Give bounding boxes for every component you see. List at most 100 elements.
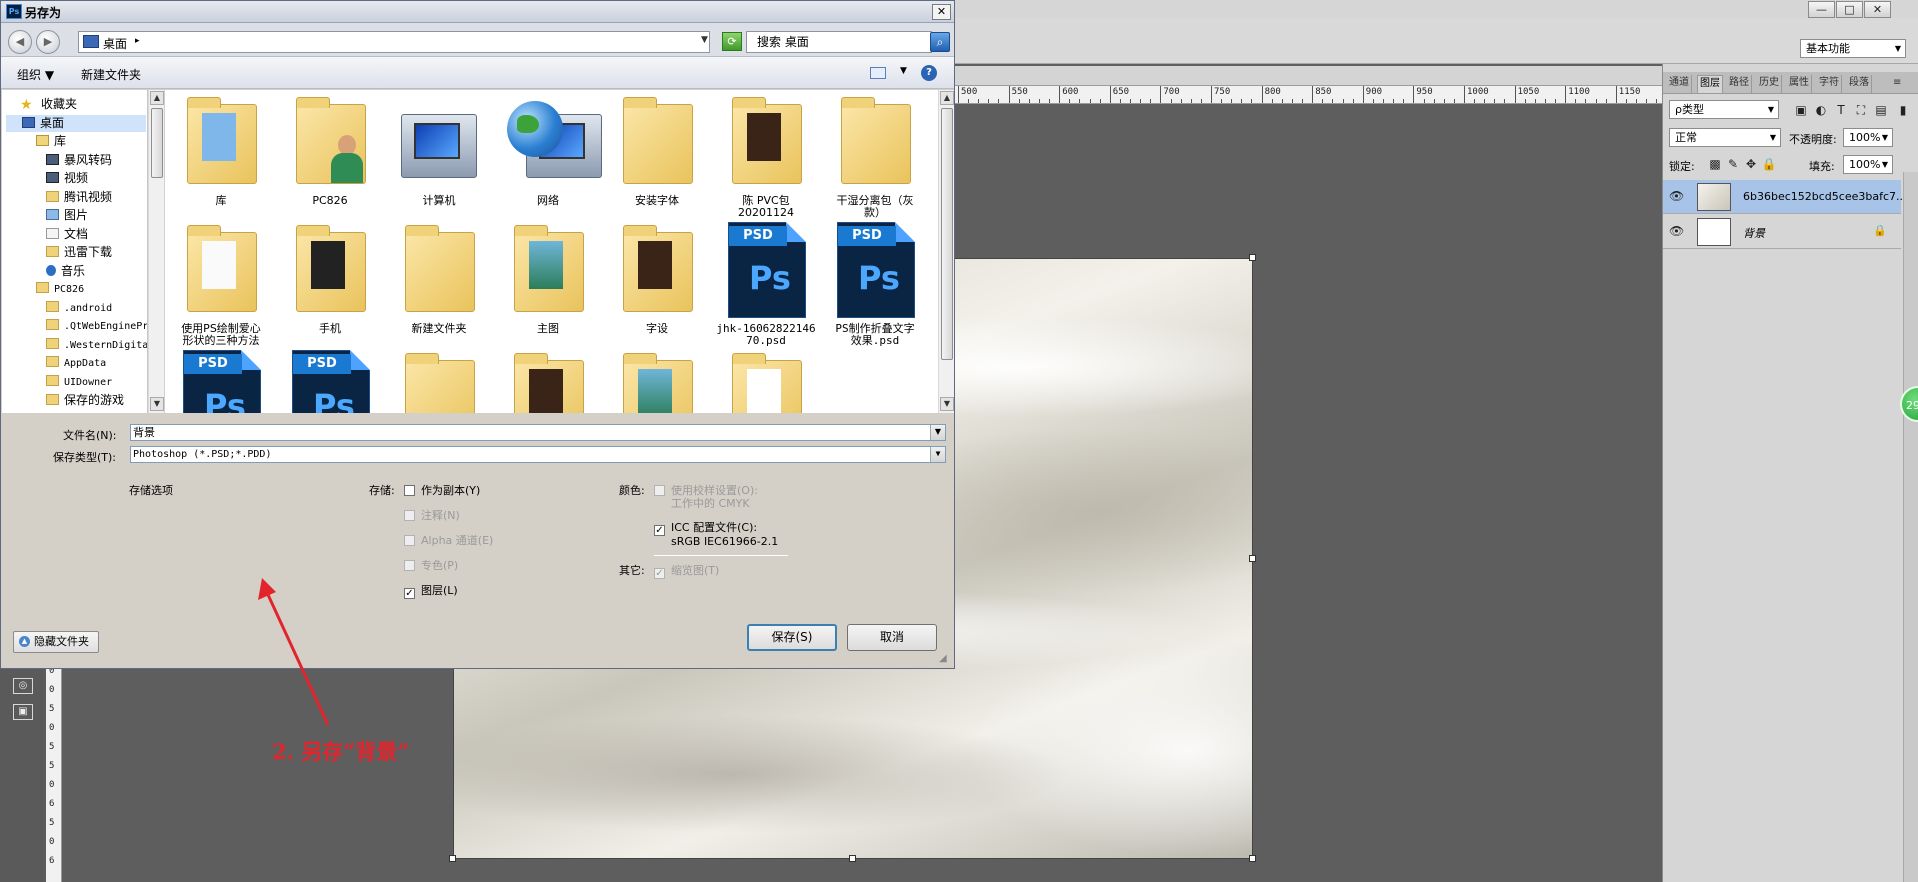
proof-setup-checkbox[interactable]: 使用校样设置(O): 工作中的 CMYK [654, 482, 758, 510]
file-item[interactable]: 使用PS绘制爱心 形状的三种方法 [169, 220, 273, 347]
file-list-scrollbar[interactable]: ▲ ▼ [938, 90, 954, 413]
fill-input[interactable]: 100% ▼ [1843, 155, 1893, 174]
smart-object-filter-icon[interactable]: ▤ [1873, 102, 1889, 118]
storage-option-checkbox[interactable]: 注释(N) [404, 507, 460, 523]
sidebar-item[interactable]: PC826 [2, 281, 84, 298]
sidebar-item[interactable]: 暴风转码 [2, 152, 112, 169]
sidebar-item[interactable]: 保存的游戏 [2, 392, 124, 409]
shape-filter-icon[interactable]: ⛶ [1853, 102, 1869, 118]
storage-option-checkbox[interactable]: 专色(P) [404, 557, 458, 573]
storage-option-checkbox[interactable]: ✓ 图层(L) [404, 582, 458, 599]
file-item[interactable]: PSD Ps PS制作折叠文字 效果.psd [823, 220, 927, 347]
visibility-eye-icon[interactable]: 👁 [1669, 189, 1684, 203]
transform-handle[interactable] [1249, 254, 1256, 261]
file-item[interactable]: 手机 [278, 220, 382, 345]
save-button[interactable]: 保存(S) [747, 624, 837, 651]
file-item[interactable]: 干湿分离包（灰 款） [823, 92, 927, 219]
file-item[interactable]: 新建文件夹 [387, 220, 491, 345]
maximize-button[interactable]: □ [1836, 1, 1863, 18]
panel-tab[interactable]: 属性 [1787, 75, 1812, 93]
navigation-scrollbar[interactable]: ▲ ▼ [148, 90, 164, 413]
resize-grip-icon[interactable]: ◢ [939, 653, 947, 664]
visibility-eye-icon[interactable]: 👁 [1669, 224, 1684, 238]
layer-row-background[interactable]: 👁 背景 🔒 [1663, 215, 1901, 249]
transform-handle[interactable] [1249, 555, 1256, 562]
scroll-thumb[interactable] [151, 108, 163, 178]
file-item[interactable] [605, 348, 709, 413]
transform-handle[interactable] [1249, 855, 1256, 862]
file-item[interactable]: PSD Ps [169, 348, 273, 413]
file-item[interactable]: PSD Ps jhk-16062822146 70.psd [714, 220, 818, 347]
screen-mode-icon[interactable]: ▣ [13, 704, 33, 720]
sidebar-item[interactable]: 库 [2, 133, 66, 150]
sidebar-item[interactable]: 视频 [2, 170, 88, 187]
panel-scrollbar[interactable] [1903, 172, 1918, 882]
file-item[interactable]: 主图 [496, 220, 600, 345]
lock-position-icon[interactable]: ✥ [1743, 156, 1759, 172]
cancel-button[interactable]: 取消 [847, 624, 937, 651]
file-item[interactable]: PSD Ps [278, 348, 382, 413]
scroll-up-icon[interactable]: ▲ [940, 91, 954, 105]
address-bar[interactable]: 桌面 ▸ ▼ [78, 31, 710, 53]
search-input[interactable]: 搜索 桌面 [746, 31, 932, 53]
panel-tab[interactable]: 图层 [1697, 75, 1723, 93]
refresh-icon[interactable]: ⟳ [722, 32, 742, 51]
dialog-close-button[interactable]: ✕ [932, 4, 951, 20]
adjustment-filter-icon[interactable]: ◐ [1813, 102, 1829, 118]
sidebar-item[interactable]: 图片 [2, 207, 88, 224]
panel-menu-icon[interactable]: ≡ [1891, 75, 1903, 93]
type-filter-icon[interactable]: T [1833, 102, 1849, 118]
thumbnail-checkbox[interactable]: ✓ 缩览图(T) [654, 562, 719, 579]
panel-tab[interactable]: 历史 [1757, 75, 1782, 93]
filename-input[interactable]: 背景 ▼ [130, 424, 946, 441]
chevron-down-icon[interactable]: ▼ [930, 447, 945, 462]
sidebar-item[interactable]: .QtWebEngineProcess [2, 318, 147, 335]
forward-button[interactable]: ▶ [36, 30, 60, 54]
file-item[interactable]: 库 [169, 92, 273, 217]
file-item[interactable]: 安装字体 [605, 92, 709, 217]
sidebar-item[interactable]: 音乐 [2, 263, 85, 280]
lock-transparent-icon[interactable]: ▩ [1707, 156, 1723, 172]
sidebar-item[interactable]: UIDowner [2, 374, 112, 391]
breadcrumb-arrow-icon[interactable]: ▸ [135, 36, 140, 46]
chevron-down-icon[interactable]: ▼ [930, 425, 945, 440]
file-item[interactable]: PC826 [278, 92, 382, 217]
panel-tab[interactable]: 字符 [1817, 75, 1842, 93]
scroll-down-icon[interactable]: ▼ [150, 397, 164, 411]
lock-pixels-icon[interactable]: ✎ [1725, 156, 1741, 172]
file-item[interactable]: 字设 [605, 220, 709, 345]
layer-filter-select[interactable]: ρ类型 ▼ [1669, 100, 1779, 119]
address-dropdown-icon[interactable]: ▼ [701, 35, 708, 45]
storage-option-checkbox[interactable]: 作为副本(Y) [404, 482, 480, 498]
sidebar-item[interactable]: 腾讯视频 [2, 189, 112, 206]
scroll-down-icon[interactable]: ▼ [940, 397, 954, 411]
scroll-thumb[interactable] [941, 108, 953, 360]
minimize-button[interactable]: — [1808, 1, 1835, 18]
help-icon[interactable]: ? [921, 65, 937, 81]
transform-handle[interactable] [849, 855, 856, 862]
storage-option-checkbox[interactable]: Alpha 通道(E) [404, 532, 493, 548]
view-dropdown-icon[interactable]: ▼ [900, 66, 907, 76]
new-folder-button[interactable]: 新建文件夹 [81, 66, 141, 83]
blend-mode-select[interactable]: 正常 ▼ [1669, 128, 1781, 147]
sidebar-item[interactable]: 迅雷下载 [2, 244, 112, 261]
transform-handle[interactable] [449, 855, 456, 862]
workspace-select[interactable]: 基本功能 ▼ [1800, 39, 1906, 58]
lock-all-icon[interactable]: 🔒 [1761, 156, 1777, 172]
camera-icon[interactable]: ◎ [13, 678, 33, 694]
organize-button[interactable]: 组织 ▼ [17, 66, 54, 83]
sidebar-item[interactable]: .WesternDigital [2, 337, 147, 354]
file-item[interactable] [496, 348, 600, 413]
sidebar-item[interactable]: ★ 收藏夹 [2, 96, 77, 113]
filetype-select[interactable]: Photoshop (*.PSD;*.PDD) ▼ [130, 446, 946, 463]
panel-tab[interactable]: 通道 [1667, 75, 1692, 93]
layer-row-smart-object[interactable]: 👁 6b36bec152bcd5cee3bafc7... [1663, 180, 1907, 214]
filter-toggle-icon[interactable]: ▮ [1895, 102, 1911, 118]
sidebar-item[interactable]: AppData [2, 355, 106, 372]
file-item[interactable]: 网络 [496, 92, 602, 217]
file-item[interactable]: 陈 PVC包 20201124 [714, 92, 818, 219]
search-icon[interactable]: ⌕ [930, 32, 950, 52]
icc-profile-checkbox[interactable]: ✓ ICC 配置文件(C): sRGB IEC61966-2.1 [654, 519, 778, 548]
opacity-input[interactable]: 100% ▼ [1843, 128, 1893, 147]
view-options-icon[interactable] [870, 67, 886, 79]
